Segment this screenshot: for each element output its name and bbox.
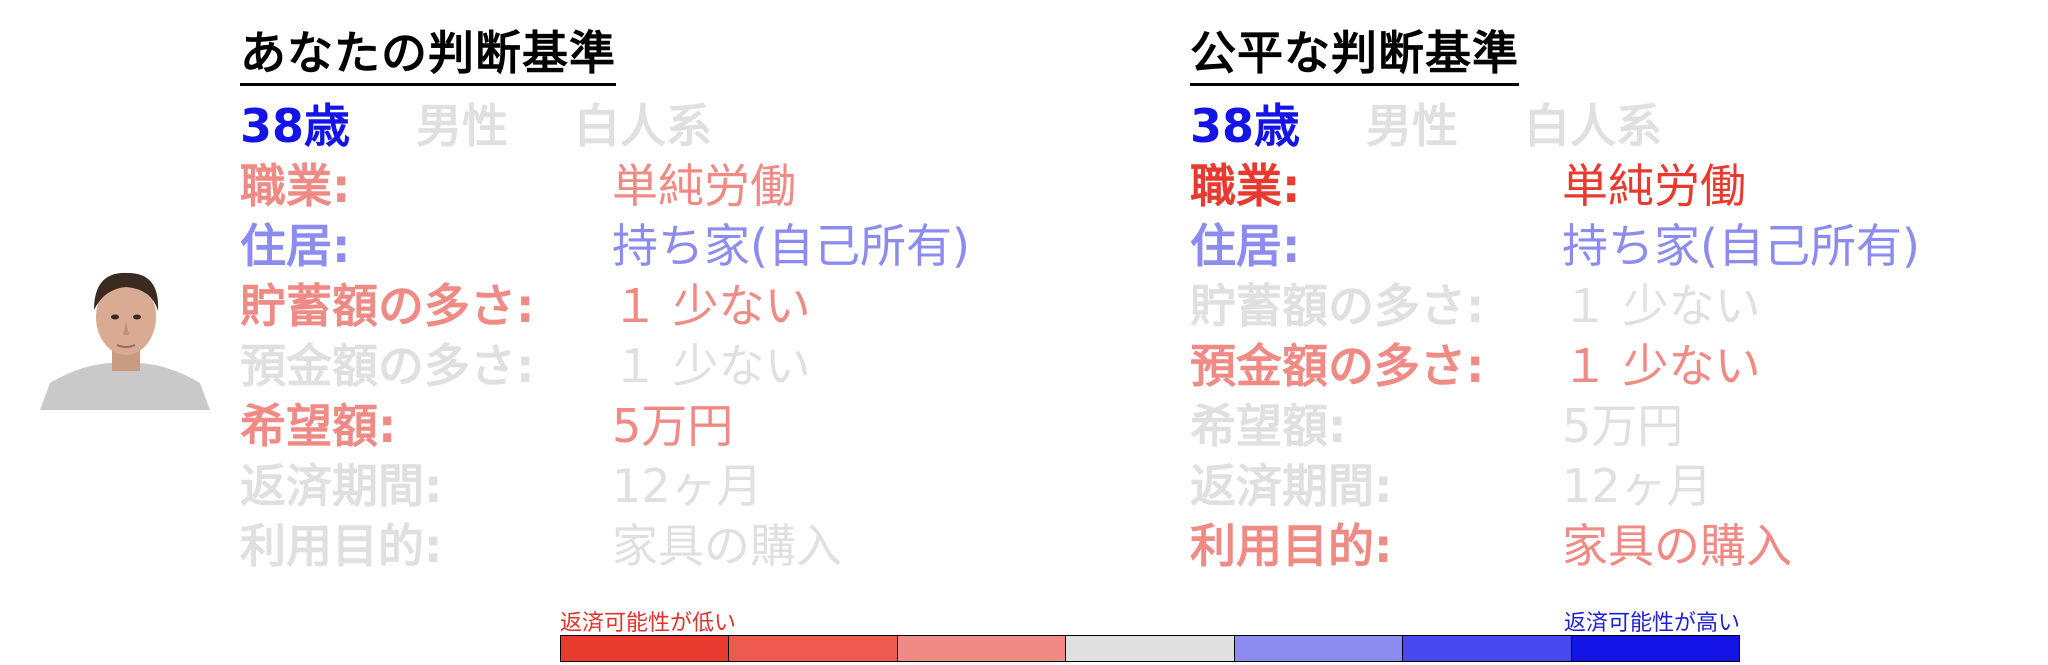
attribute-value: 単純労働 [1562, 159, 1746, 213]
scale-swatch [1234, 636, 1404, 661]
legend-high-label: 返済可能性が高い [1563, 611, 1740, 636]
attribute-row: 預金額の多さ: １ 少ない [240, 336, 1140, 396]
attribute-row: 利用目的: 家具の購入 [240, 516, 1140, 576]
attribute-label: 返済期間: [240, 459, 443, 513]
attribute-label: 職業: [1190, 159, 1301, 213]
attribute-value: 持ち家(自己所有) [612, 219, 970, 273]
age: 38歳 [1190, 99, 1301, 153]
legend-low-label: 返済可能性が低い [560, 611, 737, 636]
attribute-row: 住居: 持ち家(自己所有) [240, 216, 1140, 276]
demographics: 38歳 男性 白人系 [1190, 96, 2048, 156]
attribute-label: 希望額: [240, 399, 397, 453]
scale-swatch [729, 636, 898, 661]
attribute-row: 希望額: 5万円 [240, 396, 1140, 456]
attribute-value: 12ヶ月 [1562, 459, 1713, 513]
attribute-value: 家具の購入 [612, 519, 842, 573]
attribute-row: 職業: 単純労働 [1190, 156, 2048, 216]
attribute-value: １ 少ない [1562, 339, 1761, 393]
attribute-value: 家具の購入 [1562, 519, 1792, 573]
attribute-row: 貯蓄額の多さ: １ 少ない [1190, 276, 2048, 336]
gender: 男性 [416, 99, 509, 153]
panel-title: あなたの判断基準 [240, 25, 616, 86]
right-panel: 公平な判断基準 38歳 男性 白人系 職業: 単純労働 住居: 持ち家(自己所有… [1190, 25, 2048, 576]
scale-swatch [561, 636, 730, 661]
attribute-label: 住居: [240, 219, 351, 273]
attribute-value: 12ヶ月 [612, 459, 763, 513]
attribute-value: １ 少ない [612, 339, 811, 393]
attribute-value: 単純労働 [612, 159, 796, 213]
ethnicity: 白人系 [574, 99, 713, 153]
demographics: 38歳 男性 白人系 [240, 96, 1140, 156]
attribute-row: 預金額の多さ: １ 少ない [1190, 336, 2048, 396]
scale-swatch [1571, 636, 1739, 661]
ethnicity: 白人系 [1524, 99, 1663, 153]
attribute-row: 返済期間: 12ヶ月 [240, 456, 1140, 516]
attribute-label: 利用目的: [1190, 519, 1393, 573]
attribute-label: 預金額の多さ: [240, 339, 535, 393]
color-scale-bar [560, 635, 1740, 662]
attribute-label: 預金額の多さ: [1190, 339, 1485, 393]
scale-swatch [1066, 636, 1235, 661]
attribute-value: 持ち家(自己所有) [1562, 219, 1920, 273]
attribute-value: １ 少ない [1562, 279, 1761, 333]
panel-title: 公平な判断基準 [1190, 25, 1519, 86]
attribute-label: 返済期間: [1190, 459, 1393, 513]
attribute-label: 貯蓄額の多さ: [240, 279, 535, 333]
attribute-value: 5万円 [1562, 399, 1684, 453]
attribute-row: 希望額: 5万円 [1190, 396, 2048, 456]
attribute-value: １ 少ない [612, 279, 811, 333]
attribute-label: 希望額: [1190, 399, 1347, 453]
attribute-row: 貯蓄額の多さ: １ 少ない [240, 276, 1140, 336]
attribute-value: 5万円 [612, 399, 734, 453]
age: 38歳 [240, 99, 351, 153]
left-panel: あなたの判断基準 38歳 男性 白人系 職業: 単純労働 住居: 持ち家(自己所… [240, 25, 1140, 576]
attribute-row: 利用目的: 家具の購入 [1190, 516, 2048, 576]
attribute-label: 貯蓄額の多さ: [1190, 279, 1485, 333]
attribute-row: 住居: 持ち家(自己所有) [1190, 216, 2048, 276]
person-photo [40, 265, 210, 410]
attribute-row: 返済期間: 12ヶ月 [1190, 456, 2048, 516]
attribute-row: 職業: 単純労働 [240, 156, 1140, 216]
scale-swatch [1403, 636, 1572, 661]
scale-swatch [897, 636, 1067, 661]
attribute-label: 利用目的: [240, 519, 443, 573]
attribute-label: 住居: [1190, 219, 1301, 273]
attribute-label: 職業: [240, 159, 351, 213]
gender: 男性 [1366, 99, 1459, 153]
